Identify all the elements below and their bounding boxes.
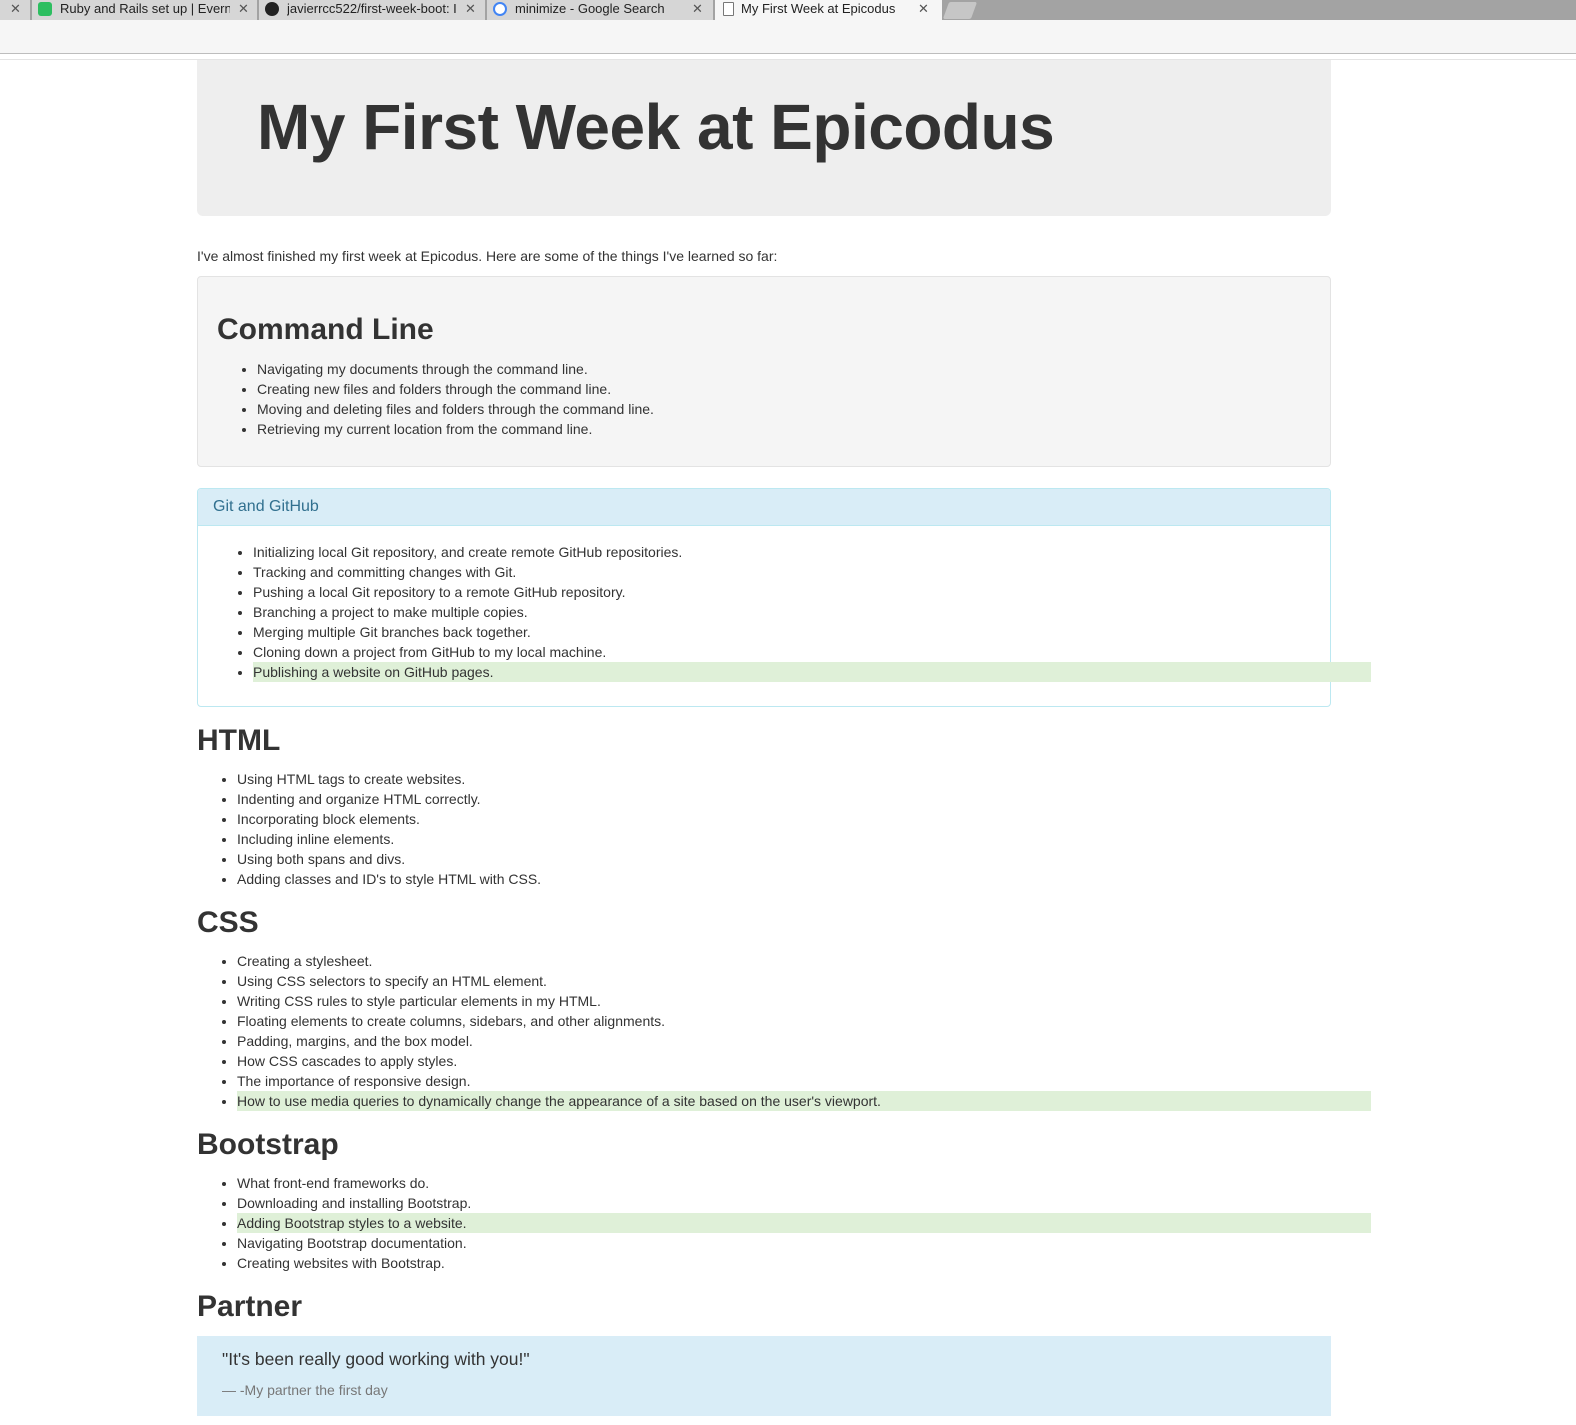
list-item: Downloading and installing Bootstrap. xyxy=(237,1193,1371,1213)
list-item: Retrieving my current location from the … xyxy=(257,419,654,439)
list-item: Cloning down a project from GitHub to my… xyxy=(253,642,1371,662)
tab-evernote[interactable]: Ruby and Rails set up | Everno ✕ xyxy=(32,0,257,20)
close-icon[interactable]: ✕ xyxy=(918,0,929,18)
github-icon xyxy=(265,2,279,16)
git-panel-heading: Git and GitHub xyxy=(198,489,1330,526)
close-icon[interactable]: ✕ xyxy=(10,0,21,18)
evernote-icon xyxy=(38,2,52,16)
list-item-highlighted: Publishing a website on GitHub pages. xyxy=(253,662,1371,682)
git-panel: Git and GitHub Initializing local Git re… xyxy=(197,488,1371,707)
list-item: Initializing local Git repository, and c… xyxy=(253,542,1371,562)
page-icon xyxy=(723,2,734,16)
css-list: Creating a stylesheet. Using CSS selecto… xyxy=(197,951,1371,1111)
partner-blockquote: "It's been really good working with you!… xyxy=(197,1336,1331,1416)
tab-title: minimize - Google Search xyxy=(515,1,665,16)
html-heading: HTML xyxy=(197,724,281,757)
list-item: Creating a stylesheet. xyxy=(237,951,1371,971)
list-item: What front-end frameworks do. xyxy=(237,1173,1371,1193)
quote-text: "It's been really good working with you!… xyxy=(222,1349,530,1369)
list-item: Navigating my documents through the comm… xyxy=(257,359,654,379)
tab-partial[interactable]: ✕ xyxy=(0,0,30,20)
tab-google[interactable]: minimize - Google Search ✕ xyxy=(487,0,713,20)
tab-github[interactable]: javierrcc522/first-week-boot: I ✕ xyxy=(259,0,485,20)
list-item: Merging multiple Git branches back toget… xyxy=(253,622,1371,642)
intro-text: I've almost finished my first week at Ep… xyxy=(197,248,778,264)
close-icon[interactable]: ✕ xyxy=(465,0,476,18)
bootstrap-heading: Bootstrap xyxy=(197,1128,339,1161)
page-container: My First Week at Epicodus I've almost fi… xyxy=(197,60,1371,1416)
list-item: Incorporating block elements. xyxy=(237,809,1371,829)
list-item: The importance of responsive design. xyxy=(237,1071,1371,1091)
jumbotron: My First Week at Epicodus xyxy=(197,60,1331,216)
list-item-highlighted: Adding Bootstrap styles to a website. xyxy=(237,1213,1371,1233)
quote-footer: — -My partner the first day xyxy=(222,1382,388,1398)
list-item: Creating websites with Bootstrap. xyxy=(237,1253,1371,1273)
google-icon xyxy=(493,2,507,16)
browser-toolbar xyxy=(0,20,1576,54)
list-item: Branching a project to make multiple cop… xyxy=(253,602,1371,622)
command-line-well: Command Line Navigating my documents thr… xyxy=(197,276,1331,467)
new-tab-button[interactable] xyxy=(942,2,978,19)
html-list: Using HTML tags to create websites. Inde… xyxy=(197,769,1371,889)
tab-title: My First Week at Epicodus xyxy=(741,1,896,16)
list-item: Floating elements to create columns, sid… xyxy=(237,1011,1371,1031)
list-item: Tracking and committing changes with Git… xyxy=(253,562,1371,582)
list-item: Moving and deleting files and folders th… xyxy=(257,399,654,419)
list-item: Adding classes and ID's to style HTML wi… xyxy=(237,869,1371,889)
list-item-highlighted: How to use media queries to dynamically … xyxy=(237,1091,1371,1111)
git-list: Initializing local Git repository, and c… xyxy=(213,542,1371,682)
tab-strip: ✕ Ruby and Rails set up | Everno ✕ javie… xyxy=(0,0,1576,20)
list-item: Creating new files and folders through t… xyxy=(257,379,654,399)
list-item: Padding, margins, and the box model. xyxy=(237,1031,1371,1051)
list-item: Using HTML tags to create websites. xyxy=(237,769,1371,789)
command-line-list: Navigating my documents through the comm… xyxy=(217,359,654,439)
page-title: My First Week at Epicodus xyxy=(257,91,1055,163)
tab-title: javierrcc522/first-week-boot: I xyxy=(287,1,457,16)
tab-title: Ruby and Rails set up | Everno xyxy=(60,1,230,16)
list-item: Including inline elements. xyxy=(237,829,1371,849)
bootstrap-list: What front-end frameworks do. Downloadin… xyxy=(197,1173,1371,1273)
css-heading: CSS xyxy=(197,906,259,939)
list-item: Pushing a local Git repository to a remo… xyxy=(253,582,1371,602)
partner-heading: Partner xyxy=(197,1290,303,1323)
command-line-heading: Command Line xyxy=(217,313,434,346)
list-item: How CSS cascades to apply styles. xyxy=(237,1051,1371,1071)
list-item: Indenting and organize HTML correctly. xyxy=(237,789,1371,809)
close-icon[interactable]: ✕ xyxy=(692,0,703,18)
tab-epicodus[interactable]: My First Week at Epicodus ✕ xyxy=(715,0,942,20)
list-item: Writing CSS rules to style particular el… xyxy=(237,991,1371,1011)
close-icon[interactable]: ✕ xyxy=(238,0,249,18)
list-item: Using both spans and divs. xyxy=(237,849,1371,869)
list-item: Navigating Bootstrap documentation. xyxy=(237,1233,1371,1253)
list-item: Using CSS selectors to specify an HTML e… xyxy=(237,971,1371,991)
